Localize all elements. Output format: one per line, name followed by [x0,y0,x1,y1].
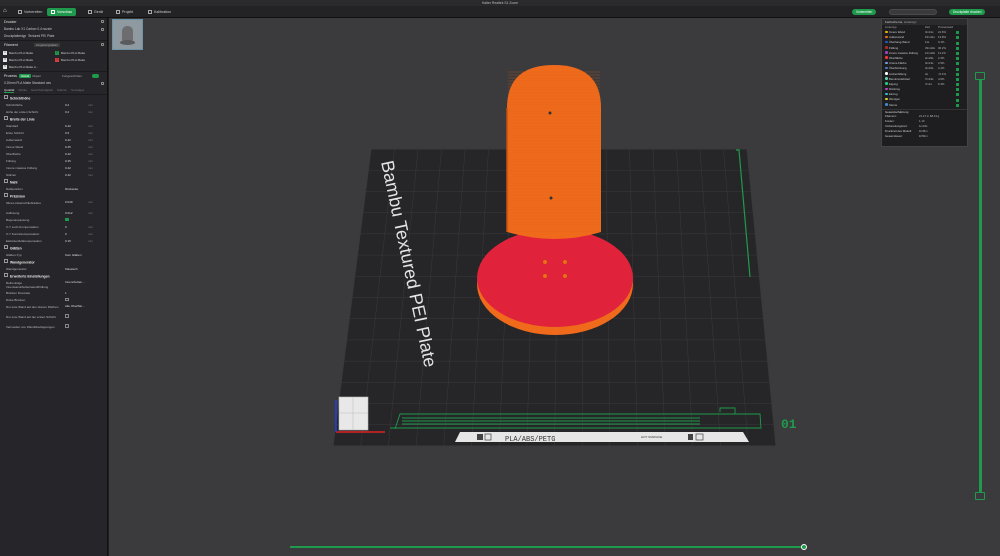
line-type-visibility-checkbox[interactable] [956,93,959,97]
mount-hole-bottom [549,196,553,200]
line-type-visibility-checkbox[interactable] [956,67,959,71]
material-tag: PLA/ABS/PETG [505,436,555,444]
summary-key: Druckzeit des Modell: [885,129,912,134]
line-type-name: Lückenfüllung [889,71,907,76]
layer-slider-bottom-handle[interactable] [975,492,985,500]
line-type-color-swatch [885,40,888,44]
scene-canvas: PLA/ABS/PETG HOT SURFACE Bambu Textured … [332,65,797,447]
line-type-color-swatch [885,61,888,65]
line-type-name: Einzug [889,92,898,97]
line-type-visibility-checkbox[interactable] [956,72,959,76]
view-cube[interactable] [338,396,369,431]
line-type-visibility-checkbox[interactable] [956,41,959,45]
summary-key: Kosten: [885,119,895,124]
mount-hole-top [548,111,552,115]
plate-number: 01 [781,417,797,432]
line-type-color-swatch [885,56,888,59]
summary-list: Filament: 21.47 m 68.13 g Kosten: 1.13 Vorbe… [882,114,967,139]
line-type-row[interactable]: Sterne [882,103,967,108]
line-type-visibility-checkbox[interactable] [956,46,959,50]
line-type-visibility-checkbox[interactable] [956,57,959,61]
summary-value: 1h50m [919,134,928,139]
summary-key: Vorbereitungszeit: [885,124,908,129]
plate-thumbnail[interactable] [112,19,143,50]
line-type-color-swatch [885,30,888,33]
line-type-name: Überbrückung [889,66,907,71]
line-type-name: Füllung [889,45,899,50]
line-type-color-swatch [885,51,888,54]
plate-icon [477,434,483,440]
plate-label-strip [455,432,749,442]
line-type-name: Innere Wand [889,30,905,34]
line-type-name: Wenigen [889,97,900,102]
line-type-name: Eigung [889,81,898,86]
move-slider-handle[interactable] [801,544,807,550]
layer-slider[interactable] [975,72,985,502]
move-track [290,546,805,548]
layer-track [978,76,982,496]
trash-icon [688,434,693,440]
line-type-name: Benutzerdefiniert [889,76,911,81]
line-type-color-swatch [885,72,888,75]
line-type-visibility-checkbox[interactable] [956,88,959,92]
line-type-name: Untere Fläche [889,61,907,66]
line-type-name: Sterne [889,102,898,107]
line-type-name: Oberfläche [889,55,903,60]
summary-key: Gesamtdauer: [885,134,903,139]
thumbnail-base [120,40,135,45]
line-type-name: Innere massive Füllung [889,50,918,55]
model-base-top [477,229,633,327]
hot-surface-label: HOT SURFACE [641,435,662,439]
layer-slider-top-handle[interactable] [975,72,985,80]
summary-key: Filament: [885,114,897,119]
line-type-visibility-checkbox[interactable] [956,62,959,66]
line-type-color-swatch [885,77,888,80]
line-type-visibility-checkbox[interactable] [956,83,959,87]
summary-row: Gesamtdauer: 1h50m [882,134,967,139]
line-type-name: Überhang-Wand [889,40,910,45]
line-type-color-swatch [885,66,888,70]
line-type-visibility-checkbox[interactable] [956,31,959,35]
line-type-visibility-checkbox[interactable] [956,36,959,40]
line-type-color-swatch [885,103,888,106]
line-type-color-swatch [885,97,888,101]
line-type-visibility-checkbox[interactable] [956,51,959,55]
line-type-color-swatch [885,35,888,39]
line-type-list: Innere Wand 3m41s 21.6% Außenwand 15m11s 13.8… [882,30,967,108]
line-type-visibility-checkbox[interactable] [956,103,959,107]
line-type-name: Außenwand [889,35,904,40]
line-type-visibility-checkbox[interactable] [956,77,959,81]
line-type-color-swatch [885,92,888,96]
line-type-color-swatch [885,82,888,85]
line-type-color-swatch [885,87,888,91]
slice-statistics-panel: Farbschema Linientyp Linientyp Zeit Proz… [881,18,968,147]
move-slider[interactable] [290,544,815,550]
line-type-visibility-checkbox[interactable] [956,98,959,102]
line-type-color-swatch [885,46,888,49]
line-type-name: Rückzug [889,87,900,92]
